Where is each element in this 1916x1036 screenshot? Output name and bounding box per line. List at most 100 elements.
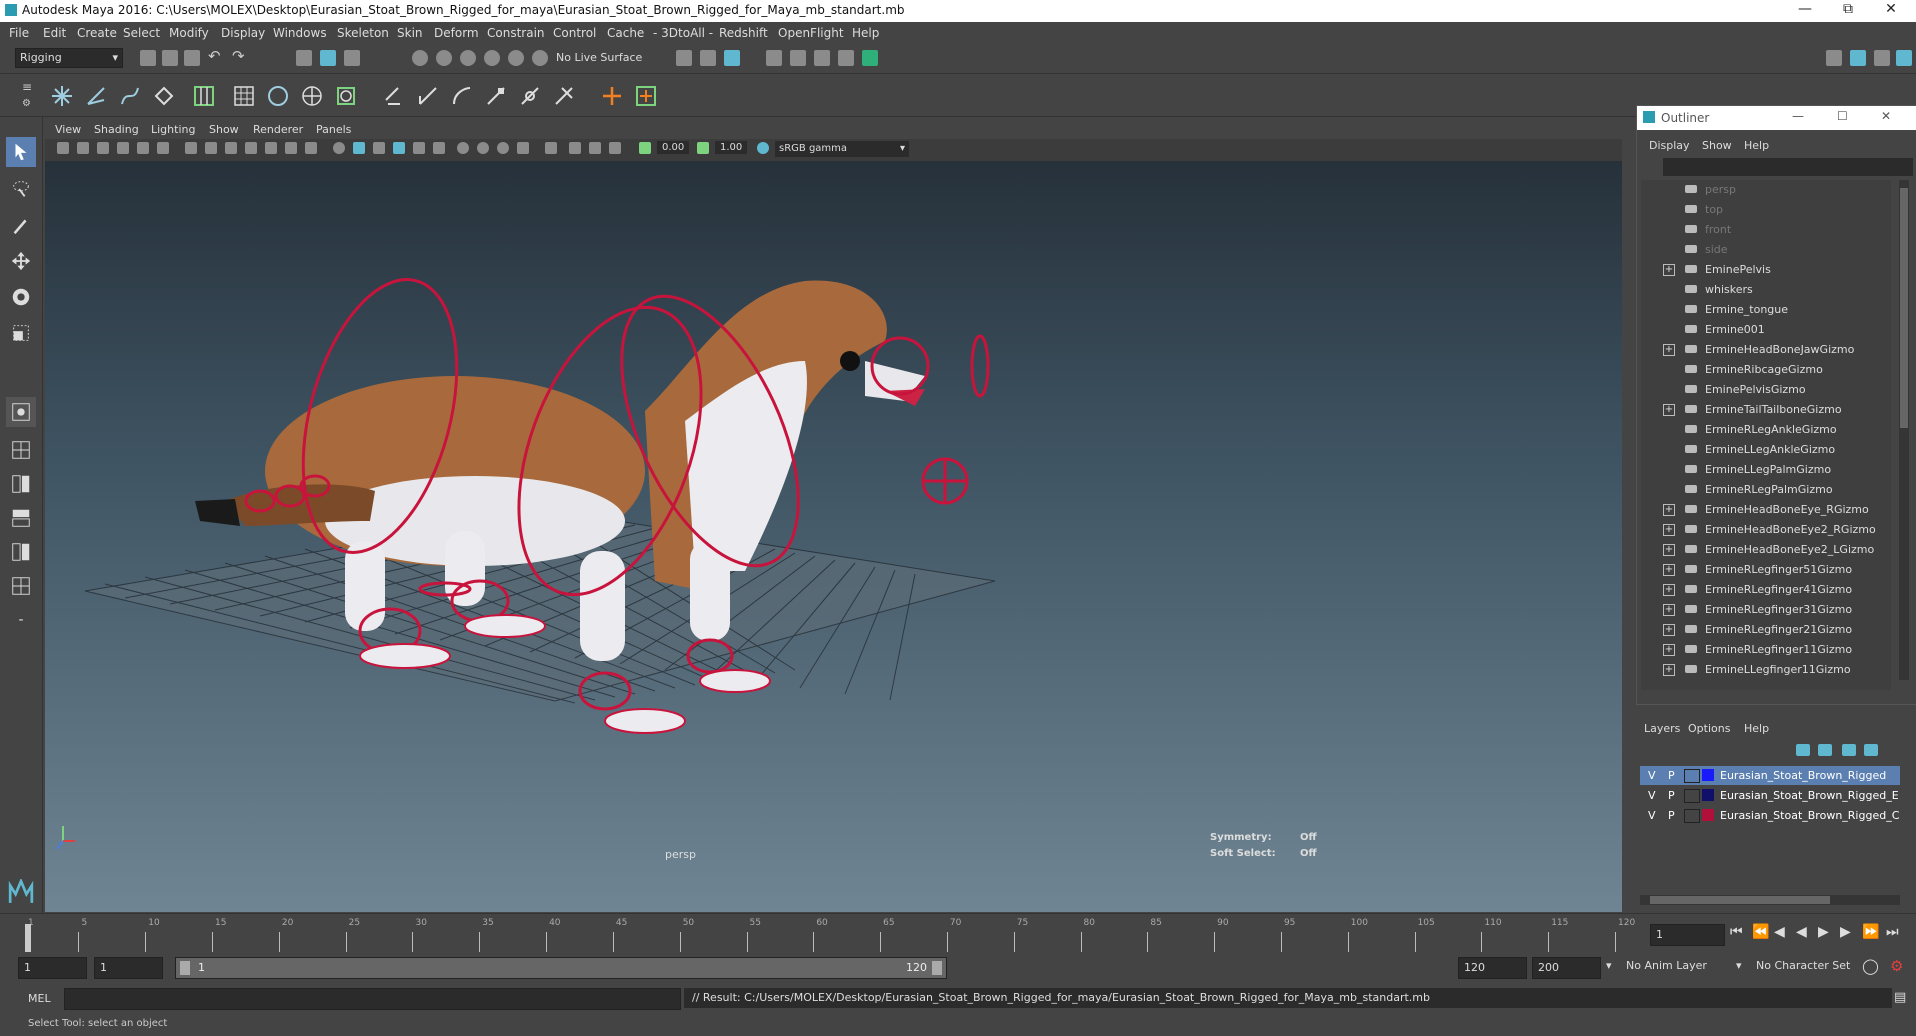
cluster-icon[interactable] bbox=[150, 82, 178, 110]
tool-settings-icon[interactable] bbox=[1874, 50, 1890, 66]
wireframe-on-shaded-icon[interactable] bbox=[373, 142, 385, 154]
menu-3dtoall[interactable]: - 3DtoAll - bbox=[653, 26, 713, 40]
new-scene-icon[interactable] bbox=[140, 50, 156, 66]
single-view-icon[interactable] bbox=[6, 397, 36, 427]
outliner-item[interactable]: + EminePelvis bbox=[1641, 260, 1891, 280]
collapse-icon[interactable]: - bbox=[6, 605, 36, 635]
output-ops-icon[interactable] bbox=[700, 50, 716, 66]
layer-color-swatch[interactable] bbox=[1702, 789, 1714, 801]
shelf-settings-icon[interactable]: ⚙ bbox=[22, 98, 31, 109]
persp-hypershade-icon[interactable] bbox=[6, 537, 36, 567]
save-scene-icon[interactable] bbox=[184, 50, 200, 66]
expand-plus-icon[interactable]: + bbox=[1663, 544, 1675, 556]
isolate-select-icon[interactable] bbox=[545, 142, 557, 154]
outliner-item[interactable]: ErmineRLegPalmGizmo bbox=[1641, 480, 1891, 500]
go-to-end-icon[interactable]: ⏭ bbox=[1886, 924, 1899, 940]
wrap-deformer-icon[interactable] bbox=[332, 82, 360, 110]
current-frame-field[interactable]: 1 bbox=[1650, 924, 1725, 946]
gamma-value[interactable]: 1.00 bbox=[715, 141, 748, 154]
outliner-item[interactable]: + ErmineHeadBoneEye2_RGizmo bbox=[1641, 520, 1891, 540]
film-gate-icon[interactable] bbox=[205, 142, 217, 154]
select-hierarchy-icon[interactable] bbox=[296, 50, 312, 66]
outliner-search-input[interactable] bbox=[1663, 158, 1913, 176]
undo-icon[interactable]: ↶ bbox=[208, 47, 221, 65]
outliner-item[interactable]: + ErmineRLegfinger51Gizmo bbox=[1641, 560, 1891, 580]
xray-icon[interactable] bbox=[569, 142, 581, 154]
modeling-toolkit-icon[interactable] bbox=[1826, 50, 1842, 66]
layers-menu-help[interactable]: Help bbox=[1744, 722, 1769, 735]
image-plane-icon[interactable] bbox=[117, 142, 129, 154]
outliner-item[interactable]: front bbox=[1641, 220, 1891, 240]
menu-skin[interactable]: Skin bbox=[397, 26, 423, 40]
pole-vector-icon[interactable] bbox=[550, 82, 578, 110]
close-icon[interactable]: ✕ bbox=[1881, 109, 1891, 123]
exposure-icon[interactable] bbox=[639, 142, 651, 154]
redo-icon[interactable]: ↷ bbox=[232, 47, 245, 65]
step-forward-frame-icon[interactable]: ▶ bbox=[1840, 924, 1851, 940]
go-to-start-icon[interactable]: ⏮ bbox=[1730, 924, 1743, 940]
outliner-item[interactable]: + ErmineTailTailboneGizmo bbox=[1641, 400, 1891, 420]
safe-title-icon[interactable] bbox=[305, 142, 317, 154]
layers-scroll-thumb[interactable] bbox=[1650, 896, 1830, 904]
expand-plus-icon[interactable]: + bbox=[1663, 624, 1675, 636]
layer-playback-toggle[interactable]: P bbox=[1668, 769, 1675, 782]
render-view-icon[interactable] bbox=[862, 50, 878, 66]
wireframe-icon[interactable] bbox=[333, 142, 345, 154]
menu-create[interactable]: Create bbox=[77, 26, 117, 40]
time-ruler[interactable]: 1 5 10 15 20 25 30 35 40 45 50 55 60 65 70 75 80 85 90 95 10… bbox=[25, 914, 1635, 954]
layer-color-swatch[interactable] bbox=[1702, 809, 1714, 821]
orient-constraint-icon[interactable] bbox=[448, 82, 476, 110]
menu-cache[interactable]: Cache bbox=[607, 26, 644, 40]
current-time-marker[interactable] bbox=[25, 924, 31, 952]
playback-range-bar[interactable]: 1 120 bbox=[175, 957, 947, 979]
safe-action-icon[interactable] bbox=[285, 142, 297, 154]
menu-modify[interactable]: Modify bbox=[169, 26, 209, 40]
menu-openflight[interactable]: OpenFlight bbox=[778, 26, 844, 40]
command-input[interactable] bbox=[64, 988, 681, 1010]
chevron-down-icon[interactable]: ▾ bbox=[1606, 959, 1612, 972]
ambient-occlusion-icon[interactable] bbox=[457, 142, 469, 154]
outliner-item[interactable]: ErmineRLegAnkleGizmo bbox=[1641, 420, 1891, 440]
attribute-editor-icon[interactable] bbox=[1850, 50, 1866, 66]
snap-surface-icon[interactable] bbox=[508, 50, 524, 66]
outliner-menu-show[interactable]: Show bbox=[1702, 139, 1732, 152]
layers-hscrollbar[interactable] bbox=[1640, 895, 1900, 905]
menu-file[interactable]: File bbox=[9, 26, 29, 40]
grid-toggle-icon[interactable] bbox=[185, 142, 197, 154]
menu-select[interactable]: Select bbox=[123, 26, 160, 40]
outliner-menu-display[interactable]: Display bbox=[1649, 139, 1690, 152]
outliner-item[interactable]: + ErmineRLegfinger11Gizmo bbox=[1641, 640, 1891, 660]
xray-joints-icon[interactable] bbox=[589, 142, 601, 154]
range-start-handle[interactable] bbox=[180, 961, 190, 975]
step-forward-key-icon[interactable]: ⏩ bbox=[1862, 924, 1879, 940]
outliner-item[interactable]: EminePelvisGizmo bbox=[1641, 380, 1891, 400]
gamma-icon[interactable] bbox=[697, 142, 709, 154]
layers-menu-options[interactable]: Options bbox=[1688, 722, 1730, 735]
layer-visibility-toggle[interactable]: V bbox=[1648, 809, 1656, 822]
close-icon[interactable]: ✕ bbox=[1876, 1, 1906, 17]
aim-constraint-icon[interactable] bbox=[516, 82, 544, 110]
script-editor-icon[interactable]: ▤ bbox=[1894, 990, 1906, 1005]
camera-lock-icon[interactable] bbox=[77, 142, 89, 154]
persp-graph-icon[interactable] bbox=[6, 503, 36, 533]
resolution-gate-icon[interactable] bbox=[225, 142, 237, 154]
snap-point-icon[interactable] bbox=[460, 50, 476, 66]
snap-pivot-icon[interactable] bbox=[532, 50, 548, 66]
layer-row[interactable]: V P Eurasian_Stoat_Brown_Rigged_E bbox=[1640, 786, 1900, 805]
open-scene-icon[interactable] bbox=[162, 50, 178, 66]
outliner-item[interactable]: ErmineRibcageGizmo bbox=[1641, 360, 1891, 380]
ipr-render-icon[interactable] bbox=[790, 50, 806, 66]
snap-curve-icon[interactable] bbox=[436, 50, 452, 66]
rotate-tool-icon[interactable] bbox=[6, 282, 36, 312]
time-slider[interactable]: 1 5 10 15 20 25 30 35 40 45 50 55 60 65 70 75 80 85 90 95 10… bbox=[0, 913, 1916, 954]
vp-menu-renderer[interactable]: Renderer bbox=[253, 123, 303, 136]
bookmark-icon[interactable] bbox=[97, 142, 109, 154]
gate-mask-icon[interactable] bbox=[245, 142, 257, 154]
scale-tool-icon[interactable] bbox=[6, 318, 36, 348]
outliner-item[interactable]: + ErmineHeadBoneEye2_LGizmo bbox=[1641, 540, 1891, 560]
outliner-item[interactable]: + ErmineRLegfinger41Gizmo bbox=[1641, 580, 1891, 600]
xray-components-icon[interactable] bbox=[609, 142, 621, 154]
new-layer-icon[interactable] bbox=[1842, 744, 1856, 756]
smooth-bind-icon[interactable] bbox=[264, 82, 292, 110]
menu-redshift[interactable]: Redshift bbox=[719, 26, 768, 40]
